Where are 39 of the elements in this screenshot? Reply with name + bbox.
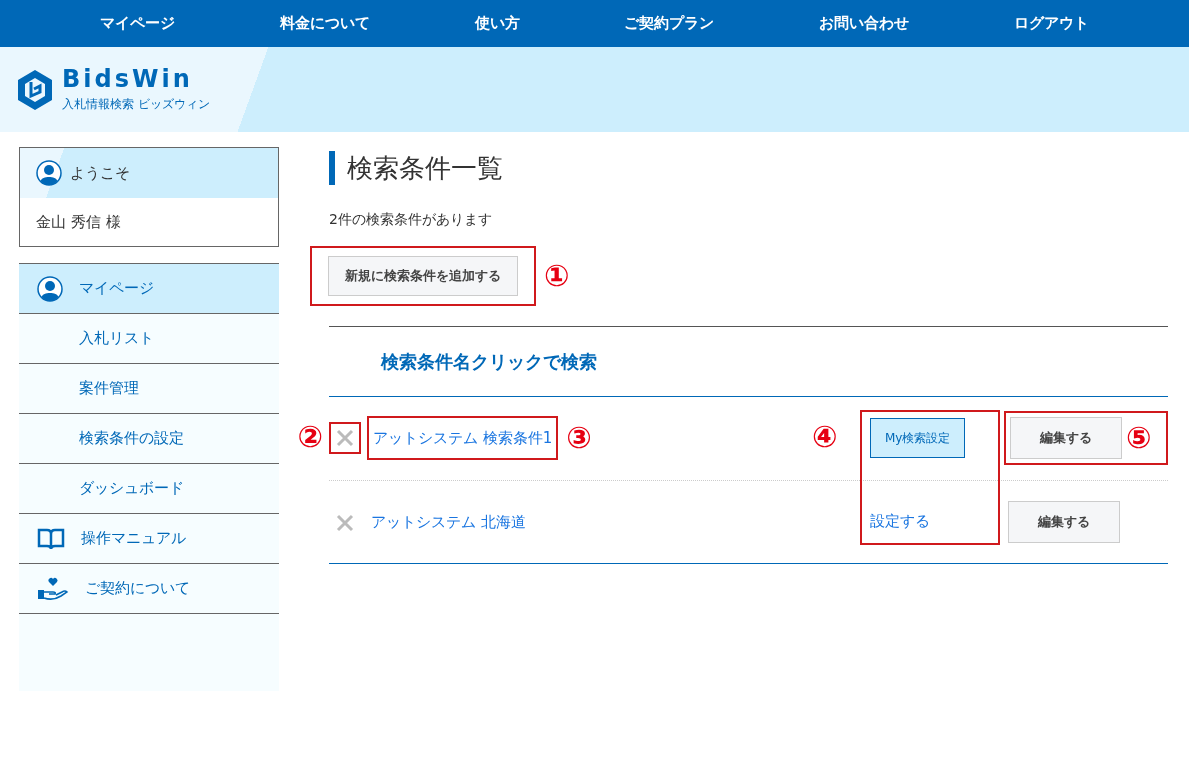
sidebar-item[interactable]: マイページ [19, 264, 279, 314]
set-my-search-link[interactable]: 設定する [870, 510, 930, 533]
hand-heart-icon [37, 576, 69, 601]
hexagon-logo-icon [16, 67, 54, 112]
list-heading: 検索条件名クリックで検索 [381, 349, 597, 374]
sidebar-item[interactable]: ご契約について [19, 564, 279, 614]
sidebar-item[interactable]: 検索条件の設定 [19, 414, 279, 464]
nav-link[interactable]: 料金について [280, 12, 370, 35]
delete-button[interactable] [329, 422, 361, 454]
logo-text: BidsWin [62, 66, 194, 91]
sidebar-item[interactable]: 入札リスト [19, 314, 279, 364]
page-title: 検索条件一覧 [329, 151, 1168, 185]
user-icon [36, 160, 62, 186]
callout-number: ② [297, 422, 323, 452]
condition-name-link[interactable]: アットシステム 北海道 [371, 512, 526, 531]
callout-number: ④ [812, 419, 838, 454]
sidebar-item[interactable]: ダッシュボード [19, 464, 279, 514]
edit-button[interactable]: 編集する [1010, 417, 1122, 459]
add-condition-button[interactable]: 新規に検索条件を追加する [328, 256, 518, 296]
user-icon [37, 275, 63, 302]
book-icon [37, 526, 65, 551]
nav-link[interactable]: マイページ [100, 12, 176, 35]
callout-number: ⑤ [1126, 423, 1152, 453]
logo-tagline: 入札情報検索 ビッズウィン [62, 95, 210, 113]
result-count: 2件の検索条件があります [329, 210, 493, 229]
nav-link[interactable]: ログアウト [1013, 12, 1089, 35]
close-icon [335, 428, 355, 448]
nav-link[interactable]: 使い方 [474, 12, 520, 35]
user-name: 金山 秀信 様 [35, 211, 122, 233]
edit-button[interactable]: 編集する [1008, 500, 1120, 543]
sidebar-item[interactable]: 操作マニュアル [19, 514, 279, 564]
nav-link[interactable]: お問い合わせ [818, 12, 909, 35]
nav-link[interactable]: ご契約プラン [624, 12, 715, 35]
welcome-title: ようこそ [70, 162, 130, 184]
sidebar-item[interactable]: 案件管理 [19, 364, 279, 414]
close-icon [335, 512, 355, 533]
callout-number: ① [544, 260, 570, 291]
my-search-button[interactable]: My検索設定 [870, 418, 966, 458]
callout-number: ③ [566, 423, 592, 453]
